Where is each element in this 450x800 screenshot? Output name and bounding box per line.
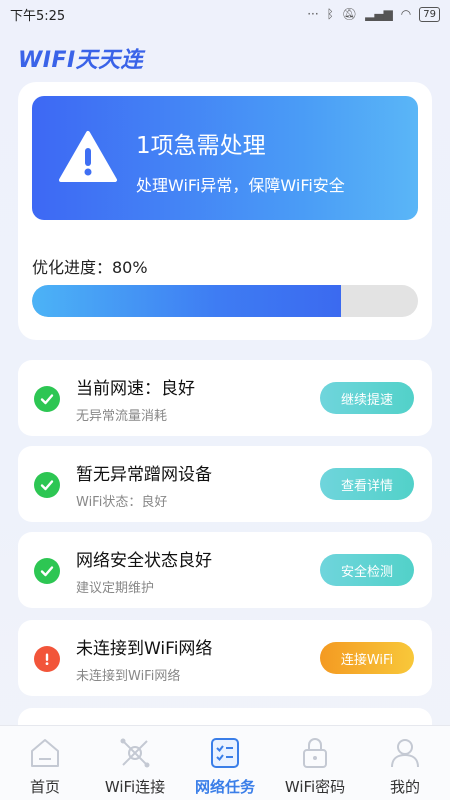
connect-wifi-button[interactable]: 连接WiFi [320,642,414,674]
home-icon [31,739,59,767]
task-title: 暂无异常蹭网设备 [76,465,212,485]
progress-bar [32,285,418,317]
nav-profile[interactable]: 我的 [360,726,450,800]
task-subtitle: 未连接到WiFi网络 [76,669,181,684]
app-title: WIFI天天连 [18,48,144,73]
status-time: 下午5:25 [10,8,66,24]
wifi-connect-icon [120,738,150,768]
task-title: 未连接到WiFi网络 [76,639,213,659]
alert-title: 1项急需处理 [136,133,266,159]
task-title: 网络安全状态良好 [76,551,212,571]
check-circle-icon [34,386,60,412]
security-check-button[interactable]: 安全检测 [320,554,414,586]
nav-home[interactable]: 首页 [0,726,90,800]
nav-label: WiFi连接 [104,778,166,796]
nav-network-tasks[interactable]: 网络任务 [180,726,270,800]
task-list-icon [211,738,239,768]
cell-signal-icon: ▂▄▆ [365,7,393,21]
task-card-speed: 当前网速：良好 无异常流量消耗 继续提速 [18,360,432,436]
view-details-button[interactable]: 查看详情 [320,468,414,500]
battery-indicator: 79 [419,6,440,22]
task-card-devices: 暂无异常蹭网设备 WiFi状态：良好 查看详情 [18,446,432,522]
lock-icon [303,738,327,768]
check-circle-icon [34,472,60,498]
progress-label: 优化进度：80% [32,258,148,277]
nav-label: 网络任务 [194,778,255,796]
task-subtitle: 建议定期维护 [76,581,155,596]
task-title: 当前网速：良好 [76,379,195,399]
nav-wifi-connect[interactable]: WiFi连接 [90,726,180,800]
nav-label: 我的 [389,778,420,796]
task-subtitle: 无异常流量消耗 [76,409,168,424]
exclamation-circle-icon [34,646,60,672]
wifi-signal-icon: ◠ [400,7,412,21]
alert-subtitle: 处理WiFi异常，保障WiFi安全 [136,176,345,195]
bluetooth-icon: ᛒ [326,7,334,21]
progress-bar-fill [32,285,341,317]
check-circle-icon [34,558,60,584]
nav-wifi-password[interactable]: WiFi密码 [270,726,360,800]
status-icons: ··· ᛒ 🔕︎ ▂▄▆ ◠ 79 [307,6,440,22]
status-bar: 下午5:25 ··· ᛒ 🔕︎ ▂▄▆ ◠ 79 [0,0,450,28]
alert-banner[interactable]: 1项急需处理 处理WiFi异常，保障WiFi安全 [32,96,418,220]
nav-label: WiFi密码 [284,778,346,796]
user-icon [391,739,419,768]
signal-dots-icon: ··· [307,7,319,21]
optimization-card: 1项急需处理 处理WiFi异常，保障WiFi安全 优化进度：80% [18,82,432,340]
warning-icon [59,131,117,182]
speed-up-button[interactable]: 继续提速 [320,382,414,414]
task-card-connection: 未连接到WiFi网络 未连接到WiFi网络 连接WiFi [18,620,432,696]
mute-bell-icon: 🔕︎ [341,7,358,21]
task-subtitle: WiFi状态：良好 [76,495,168,510]
nav-label: 首页 [29,778,60,796]
bottom-nav: 首页 WiFi连接 网络任务 WiFi密码 我的 [0,725,450,800]
task-card-security: 网络安全状态良好 建议定期维护 安全检测 [18,532,432,608]
